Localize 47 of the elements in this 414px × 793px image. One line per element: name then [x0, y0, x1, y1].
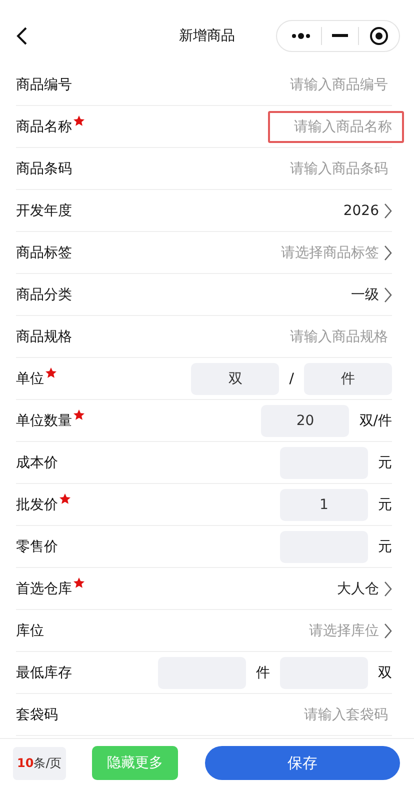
input-field[interactable]: 20	[261, 404, 350, 436]
separator-text: /	[289, 370, 294, 386]
field-label: 批发价	[16, 496, 58, 514]
save-button[interactable]: 保存	[204, 746, 400, 780]
chevron-icon	[384, 244, 392, 260]
minimize-icon[interactable]	[332, 34, 348, 38]
close-icon[interactable]	[369, 26, 389, 46]
field-label: 单位	[16, 370, 44, 388]
field-label: 成本价	[16, 454, 58, 472]
back-icon[interactable]	[16, 26, 28, 46]
field-label: 商品条码	[16, 160, 72, 178]
chevron-icon	[384, 580, 392, 596]
field-label: 套袋码	[16, 706, 58, 724]
input-field[interactable]: 请输入商品编号	[262, 68, 392, 100]
unit-text: 元	[378, 538, 392, 556]
field-label: 商品规格	[16, 328, 72, 346]
select-field[interactable]: 大人仓	[337, 580, 392, 598]
field-label: 单位数量	[16, 412, 72, 430]
field-label: 零售价	[16, 538, 58, 556]
unit-text: 件	[256, 664, 270, 682]
select-field[interactable]: 2026	[343, 202, 392, 218]
field-label: 商品名称	[16, 118, 72, 136]
page-size-button[interactable]: 10条/页	[13, 746, 66, 780]
input-field[interactable]: 1	[280, 488, 368, 520]
input-field[interactable]: 请输入商品条码	[262, 152, 392, 184]
chevron-icon	[384, 202, 392, 218]
field-label: 商品分类	[16, 286, 72, 304]
field-label: 商品编号	[16, 76, 72, 94]
more-icon[interactable]	[291, 32, 311, 40]
unit-text: 元	[378, 496, 392, 514]
chevron-icon	[384, 622, 392, 638]
field-label: 首选仓库	[16, 580, 72, 598]
chevron-icon	[384, 286, 392, 302]
unit-text: 元	[378, 454, 392, 472]
page-title: 新增商品	[178, 27, 236, 45]
field-label: 库位	[16, 622, 44, 640]
field-label: 开发年度	[16, 202, 72, 220]
select-field[interactable]: 一级	[351, 286, 392, 304]
input-field[interactable]: 请输入套袋码	[262, 698, 392, 730]
input-field[interactable]: 件	[304, 362, 392, 394]
input-field[interactable]: 双	[191, 362, 280, 394]
unit-text: 双	[378, 664, 392, 682]
input-field[interactable]: 请输入商品名称	[268, 110, 404, 142]
field-label: 商品标签	[16, 244, 72, 262]
unit-text: 双/件	[359, 412, 392, 430]
field-label: 最低库存	[16, 664, 72, 682]
input-field[interactable]: 请输入商品规格	[262, 320, 392, 352]
